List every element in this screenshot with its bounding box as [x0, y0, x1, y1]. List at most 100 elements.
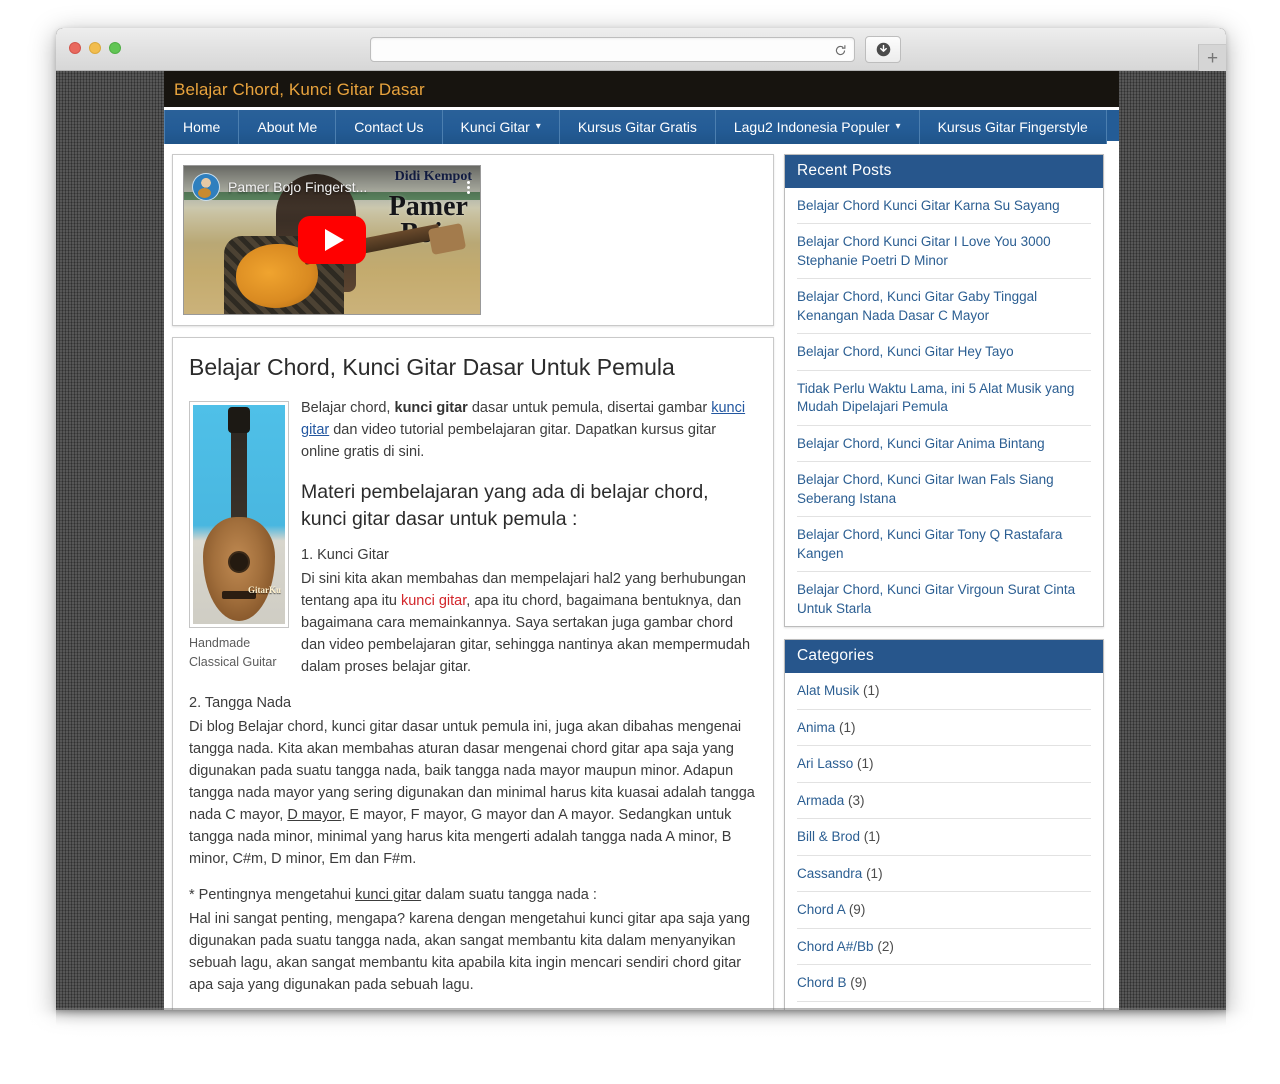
- address-input[interactable]: [371, 38, 854, 61]
- section-3-paragraph: Hal ini sangat penting, mengapa? karena …: [189, 911, 751, 994]
- section-2-title: 2. Tangga Nada: [189, 694, 292, 711]
- list-item[interactable]: Belajar Chord Kunci Gitar I Love You 300…: [797, 224, 1091, 280]
- recent-post-link[interactable]: Belajar Chord, Kunci Gitar Hey Tayo: [797, 344, 1014, 359]
- list-item[interactable]: Belajar Chord, Kunci Gitar Iwan Fals Sia…: [797, 462, 1091, 518]
- category-link[interactable]: Chord B: [797, 975, 847, 990]
- site-title: Belajar Chord, Kunci Gitar Dasar: [174, 80, 425, 99]
- list-item[interactable]: Bill & Brod (1): [797, 819, 1091, 856]
- nav-label: Contact Us: [354, 119, 424, 135]
- youtube-embed[interactable]: Didi Kempot Pamer Bojo: [183, 165, 481, 315]
- s2-link-d-mayor[interactable]: D mayor: [287, 807, 341, 823]
- recent-posts-body: Belajar Chord Kunci Gitar Karna Su Sayan…: [785, 188, 1103, 626]
- intro-text-3: dan video tutorial pembelajaran gitar. D…: [301, 422, 717, 461]
- category-count: (1): [857, 756, 874, 772]
- widget-title-recent-posts: Recent Posts: [785, 155, 1103, 188]
- nav-item-kunci-gitar[interactable]: Kunci Gitar ▾: [442, 110, 560, 144]
- nav-item-about-me[interactable]: About Me: [239, 110, 337, 144]
- nav-item-kursus-gitar-fingerstyle[interactable]: Kursus Gitar Fingerstyle: [919, 110, 1107, 144]
- list-item[interactable]: Anima (1): [797, 710, 1091, 747]
- play-button-icon[interactable]: [298, 216, 366, 264]
- recent-post-link[interactable]: Belajar Chord, Kunci Gitar Anima Bintang: [797, 436, 1045, 451]
- list-item[interactable]: Chord C (9): [797, 1002, 1091, 1010]
- categories-list: Alat Musik (1) Anima (1) Ari Lasso (1) A…: [797, 673, 1091, 1010]
- article-title: Belajar Chord, Kunci Gitar Dasar Untuk P…: [189, 354, 675, 380]
- list-item[interactable]: Chord B (9): [797, 965, 1091, 1002]
- channel-avatar[interactable]: [192, 173, 220, 201]
- recent-post-link[interactable]: Belajar Chord, Kunci Gitar Iwan Fals Sia…: [797, 472, 1054, 505]
- maximize-window-button[interactable]: [109, 42, 121, 54]
- widget-categories: Categories Alat Musik (1) Anima (1) Ari …: [784, 639, 1104, 1010]
- download-icon: [876, 42, 890, 57]
- list-item[interactable]: Belajar Chord, Kunci Gitar Hey Tayo: [797, 334, 1091, 371]
- article-panel: Belajar Chord, Kunci Gitar Dasar Untuk P…: [172, 337, 774, 1010]
- recent-post-link[interactable]: Belajar Chord, Kunci Gitar Virgoun Surat…: [797, 582, 1075, 615]
- category-count: (1): [863, 683, 880, 699]
- widget-title-categories: Categories: [785, 640, 1103, 674]
- window-bottom-shadow: [56, 1008, 1226, 1026]
- categories-body: Alat Musik (1) Anima (1) Ari Lasso (1) A…: [785, 673, 1103, 1010]
- category-link[interactable]: Ari Lasso: [797, 756, 853, 771]
- recent-post-link[interactable]: Tidak Perlu Waktu Lama, ini 5 Alat Musik…: [797, 381, 1074, 414]
- nav-label: Kursus Gitar Gratis: [577, 119, 697, 135]
- video-title: Pamer Bojo Fingerst...: [228, 179, 368, 195]
- new-tab-button[interactable]: +: [1198, 44, 1226, 72]
- nav-label: Kunci Gitar: [460, 119, 530, 135]
- category-link[interactable]: Alat Musik: [797, 683, 859, 698]
- s3-text-1: * Pentingnya mengetahui: [189, 887, 356, 904]
- image-watermark: GitarKu: [248, 585, 281, 596]
- list-item[interactable]: Belajar Chord, Kunci Gitar Tony Q Rastaf…: [797, 517, 1091, 573]
- main-navigation: Home About Me Contact Us Kunci Gitar ▾ K…: [164, 110, 1119, 144]
- category-link[interactable]: Bill & Brod: [797, 829, 860, 844]
- widget-recent-posts: Recent Posts Belajar Chord Kunci Gitar K…: [784, 154, 1104, 628]
- nav-label: Lagu2 Indonesia Populer: [733, 119, 890, 135]
- more-options-icon[interactable]: [467, 179, 472, 196]
- list-item[interactable]: Chord A#/Bb (2): [797, 929, 1091, 966]
- category-count: (1): [863, 829, 881, 845]
- list-item[interactable]: Armada (3): [797, 783, 1091, 820]
- category-link[interactable]: Anima: [797, 720, 835, 735]
- category-link[interactable]: Chord A: [797, 902, 845, 917]
- recent-post-link[interactable]: Belajar Chord, Kunci Gitar Gaby Tinggal …: [797, 289, 1037, 322]
- downloads-button[interactable]: [865, 36, 901, 63]
- nav-item-kursus-gitar-gratis[interactable]: Kursus Gitar Gratis: [559, 110, 716, 144]
- site-header: Belajar Chord, Kunci Gitar Dasar: [164, 71, 1119, 110]
- category-link[interactable]: Cassandra: [797, 866, 862, 881]
- nav-label: Home: [183, 119, 221, 135]
- guitar-soundhole: [228, 551, 250, 573]
- guitar-photo: GitarKu: [189, 401, 289, 628]
- guitar-headstock: [228, 407, 250, 433]
- browser-titlebar: +: [56, 28, 1226, 72]
- list-item[interactable]: Alat Musik (1): [797, 673, 1091, 710]
- nav-label: Kursus Gitar Fingerstyle: [937, 119, 1088, 135]
- nav-label: About Me: [257, 119, 318, 135]
- recent-post-link[interactable]: Belajar Chord, Kunci Gitar Tony Q Rastaf…: [797, 527, 1062, 560]
- figure-caption: Handmade Classical Guitar: [189, 636, 277, 669]
- list-item[interactable]: Belajar Chord Kunci Gitar Karna Su Sayan…: [797, 188, 1091, 225]
- list-item[interactable]: Belajar Chord, Kunci Gitar Gaby Tinggal …: [797, 279, 1091, 335]
- list-item[interactable]: Chord A (9): [797, 892, 1091, 929]
- list-item[interactable]: Ari Lasso (1): [797, 746, 1091, 783]
- nav-item-home[interactable]: Home: [164, 110, 240, 144]
- intro-text-2: dasar untuk pemula, disertai gambar: [467, 400, 712, 416]
- category-count: (1): [866, 865, 883, 881]
- s3-link-kunci-gitar[interactable]: kunci gitar: [355, 887, 421, 903]
- category-count: (9): [848, 902, 866, 918]
- category-link[interactable]: Chord A#/Bb: [797, 939, 874, 954]
- nav-item-lagu2-indonesia-populer[interactable]: Lagu2 Indonesia Populer ▾: [715, 110, 920, 144]
- address-bar[interactable]: [370, 37, 855, 62]
- list-item[interactable]: Cassandra (1): [797, 856, 1091, 893]
- category-link[interactable]: Armada: [797, 793, 844, 808]
- s1-link-gitar[interactable]: gitar: [460, 637, 487, 653]
- recent-post-link[interactable]: Belajar Chord Kunci Gitar Karna Su Sayan…: [797, 198, 1060, 213]
- close-window-button[interactable]: [69, 42, 81, 54]
- nav-item-contact-us[interactable]: Contact Us: [336, 110, 443, 144]
- list-item[interactable]: Belajar Chord, Kunci Gitar Anima Bintang: [797, 426, 1091, 463]
- recent-post-link[interactable]: Belajar Chord Kunci Gitar I Love You 300…: [797, 234, 1051, 267]
- reload-icon[interactable]: [831, 41, 850, 60]
- chevron-down-icon: ▾: [535, 121, 541, 132]
- website-page: Belajar Chord, Kunci Gitar Dasar Home Ab…: [164, 71, 1119, 1010]
- list-item[interactable]: Belajar Chord, Kunci Gitar Virgoun Surat…: [797, 572, 1091, 626]
- list-item[interactable]: Tidak Perlu Waktu Lama, ini 5 Alat Musik…: [797, 371, 1091, 426]
- minimize-window-button[interactable]: [89, 42, 101, 54]
- browser-viewport: Belajar Chord, Kunci Gitar Dasar Home Ab…: [56, 71, 1226, 1010]
